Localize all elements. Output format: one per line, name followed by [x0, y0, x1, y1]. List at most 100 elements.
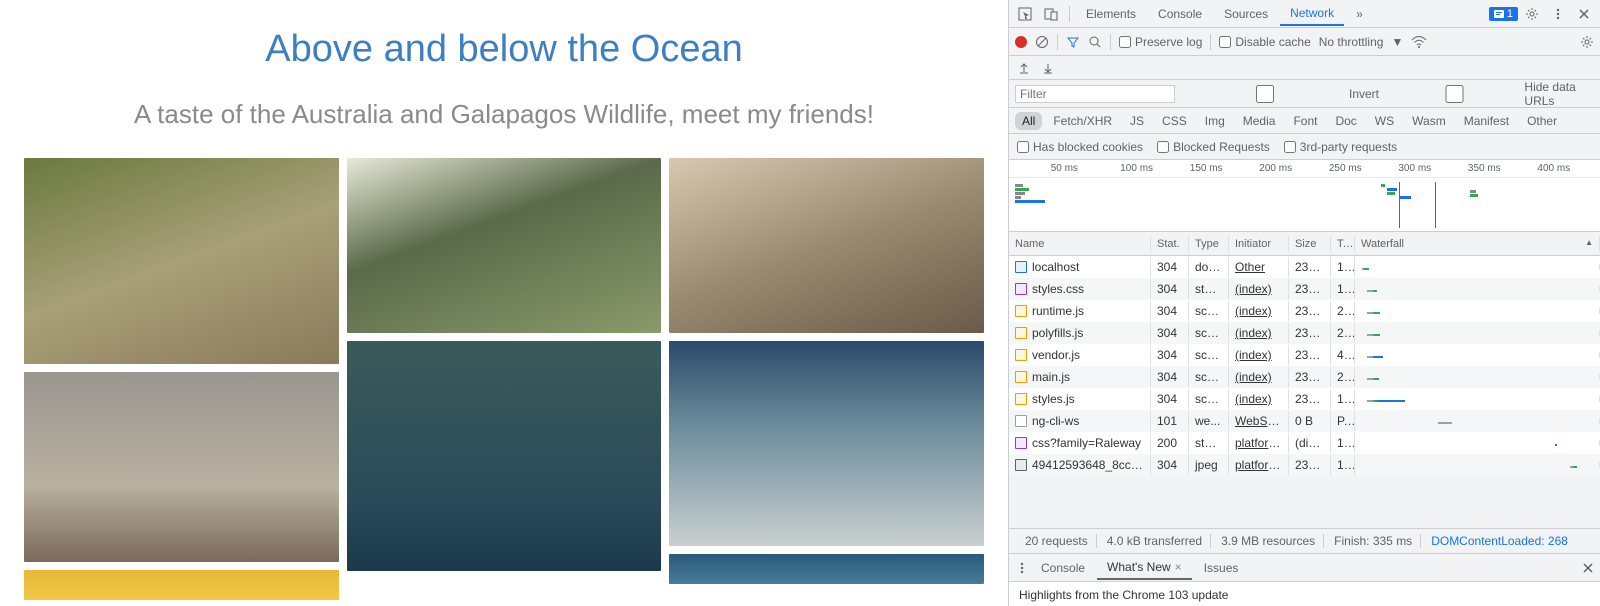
file-type-icon: [1015, 283, 1027, 295]
filter-type-other[interactable]: Other: [1520, 112, 1564, 130]
network-row[interactable]: ng-cli-ws101we...WebSoc...0 BP...: [1009, 410, 1600, 432]
gallery-image[interactable]: [669, 341, 984, 546]
summary-bar: 20 requests 4.0 kB transferred 3.9 MB re…: [1009, 528, 1600, 554]
filter-type-css[interactable]: CSS: [1155, 112, 1194, 130]
filter-type-media[interactable]: Media: [1236, 112, 1283, 130]
import-export-bar: [1009, 56, 1600, 80]
network-row[interactable]: localhost304doc...Other233...1...: [1009, 256, 1600, 278]
drawer-tab-console[interactable]: Console: [1031, 556, 1095, 580]
tab-console[interactable]: Console: [1148, 2, 1212, 26]
filter-type-js[interactable]: JS: [1123, 112, 1151, 130]
file-type-icon: [1015, 261, 1027, 273]
throttling-select[interactable]: No throttling: [1319, 35, 1384, 49]
upload-icon[interactable]: [1017, 61, 1031, 75]
tab-sources[interactable]: Sources: [1214, 2, 1278, 26]
download-icon[interactable]: [1041, 61, 1055, 75]
devtools-panel: Elements Console Sources Network » 1 Pre…: [1008, 0, 1600, 606]
filter-input[interactable]: [1015, 85, 1175, 103]
close-tab-icon[interactable]: ×: [1175, 560, 1182, 574]
search-icon[interactable]: [1088, 35, 1102, 49]
gallery-image[interactable]: [24, 570, 339, 600]
chevron-down-icon[interactable]: ▼: [1391, 35, 1403, 49]
network-row[interactable]: vendor.js304scri...(index)236...4...: [1009, 344, 1600, 366]
invert-checkbox[interactable]: Invert: [1185, 85, 1379, 103]
timeline-tick: 400 ms: [1537, 163, 1570, 174]
network-toolbar: Preserve log Disable cache No throttling…: [1009, 28, 1600, 56]
timeline-tick: 100 ms: [1120, 163, 1153, 174]
settings-icon[interactable]: [1520, 2, 1544, 26]
filter-type-ws[interactable]: WS: [1368, 112, 1401, 130]
webpage-content: Above and below the Ocean A taste of the…: [0, 0, 1008, 606]
network-row[interactable]: css?family=Raleway200styl...platform...(…: [1009, 432, 1600, 454]
network-row[interactable]: runtime.js304scri...(index)234...2...: [1009, 300, 1600, 322]
preserve-log-checkbox[interactable]: Preserve log: [1119, 35, 1202, 49]
file-type-icon: [1015, 415, 1027, 427]
tabs-overflow[interactable]: »: [1346, 2, 1373, 26]
summary-requests: 20 requests: [1017, 534, 1097, 548]
drawer-tab-whatsnew[interactable]: What's New×: [1097, 555, 1192, 580]
drawer-body: Highlights from the Chrome 103 update: [1009, 582, 1600, 606]
filter-type-fetchxhr[interactable]: Fetch/XHR: [1046, 112, 1119, 130]
file-type-icon: [1015, 437, 1027, 449]
filter-type-font[interactable]: Font: [1286, 112, 1324, 130]
page-title: Above and below the Ocean: [24, 28, 984, 71]
file-type-icon: [1015, 327, 1027, 339]
filter-bar: Invert Hide data URLs: [1009, 80, 1600, 108]
timeline-tick: 350 ms: [1468, 163, 1501, 174]
drawer-tab-issues[interactable]: Issues: [1194, 556, 1249, 580]
gallery-image[interactable]: [24, 372, 339, 562]
clear-icon[interactable]: [1035, 35, 1049, 49]
gallery-image[interactable]: [347, 341, 662, 571]
filter-type-img[interactable]: Img: [1198, 112, 1232, 130]
network-row[interactable]: 49412593648_8cc3...304jpegplatform...235…: [1009, 454, 1600, 476]
filter-type-manifest[interactable]: Manifest: [1457, 112, 1516, 130]
drawer-kebab-icon[interactable]: [1015, 561, 1029, 575]
third-party-checkbox[interactable]: 3rd-party requests: [1284, 140, 1397, 154]
grid-header[interactable]: Name Stat. Type Initiator Size T... Wate…: [1009, 232, 1600, 256]
gallery-image[interactable]: [669, 158, 984, 333]
network-row[interactable]: main.js304scri...(index)234...2...: [1009, 366, 1600, 388]
gallery-image[interactable]: [24, 158, 339, 364]
drawer-tabs: Console What's New× Issues: [1009, 554, 1600, 582]
filter-types: AllFetch/XHRJSCSSImgMediaFontDoc WSWasmMa…: [1009, 108, 1600, 134]
timeline-tick: 300 ms: [1398, 163, 1431, 174]
timeline-tick: 200 ms: [1259, 163, 1292, 174]
inspect-icon[interactable]: [1013, 2, 1037, 26]
close-icon[interactable]: [1572, 2, 1596, 26]
device-toggle-icon[interactable]: [1039, 2, 1063, 26]
wifi-icon[interactable]: [1411, 35, 1427, 49]
file-type-icon: [1015, 393, 1027, 405]
filter-icon[interactable]: [1066, 35, 1080, 49]
record-button[interactable]: [1015, 36, 1027, 48]
devtools-tabbar: Elements Console Sources Network » 1: [1009, 0, 1600, 28]
blocked-requests-checkbox[interactable]: Blocked Requests: [1157, 140, 1270, 154]
kebab-icon[interactable]: [1546, 2, 1570, 26]
timeline-tick: 250 ms: [1329, 163, 1362, 174]
filter-type-wasm[interactable]: Wasm: [1405, 112, 1453, 130]
filter-type-all[interactable]: All: [1015, 112, 1042, 130]
network-row[interactable]: polyfills.js304scri...(index)235...2...: [1009, 322, 1600, 344]
gallery-image[interactable]: [347, 158, 662, 333]
disable-cache-checkbox[interactable]: Disable cache: [1219, 35, 1310, 49]
summary-transferred: 4.0 kB transferred: [1099, 534, 1211, 548]
tab-elements[interactable]: Elements: [1076, 2, 1146, 26]
file-type-icon: [1015, 349, 1027, 361]
network-grid: Name Stat. Type Initiator Size T... Wate…: [1009, 232, 1600, 528]
drawer-close-icon[interactable]: [1582, 562, 1594, 574]
network-row[interactable]: styles.js304scri...(index)235...1...: [1009, 388, 1600, 410]
filter-type-doc[interactable]: Doc: [1328, 112, 1363, 130]
summary-finish: Finish: 335 ms: [1326, 534, 1421, 548]
tab-network[interactable]: Network: [1280, 1, 1344, 26]
gallery-image[interactable]: [669, 554, 984, 584]
blocked-cookies-checkbox[interactable]: Has blocked cookies: [1017, 140, 1143, 154]
timeline-overview[interactable]: 50 ms100 ms150 ms200 ms250 ms300 ms350 m…: [1009, 160, 1600, 232]
timeline-tick: 50 ms: [1051, 163, 1078, 174]
network-settings-icon[interactable]: [1580, 35, 1594, 49]
issues-badge[interactable]: 1: [1489, 7, 1518, 21]
page-subtitle: A taste of the Australia and Galapagos W…: [24, 99, 984, 130]
file-type-icon: [1015, 459, 1027, 471]
extra-filters: Has blocked cookies Blocked Requests 3rd…: [1009, 134, 1600, 160]
summary-dcl: DOMContentLoaded: 268: [1423, 534, 1576, 548]
network-row[interactable]: styles.css304styl...(index)233...1...: [1009, 278, 1600, 300]
hide-urls-checkbox[interactable]: Hide data URLs: [1389, 80, 1594, 108]
